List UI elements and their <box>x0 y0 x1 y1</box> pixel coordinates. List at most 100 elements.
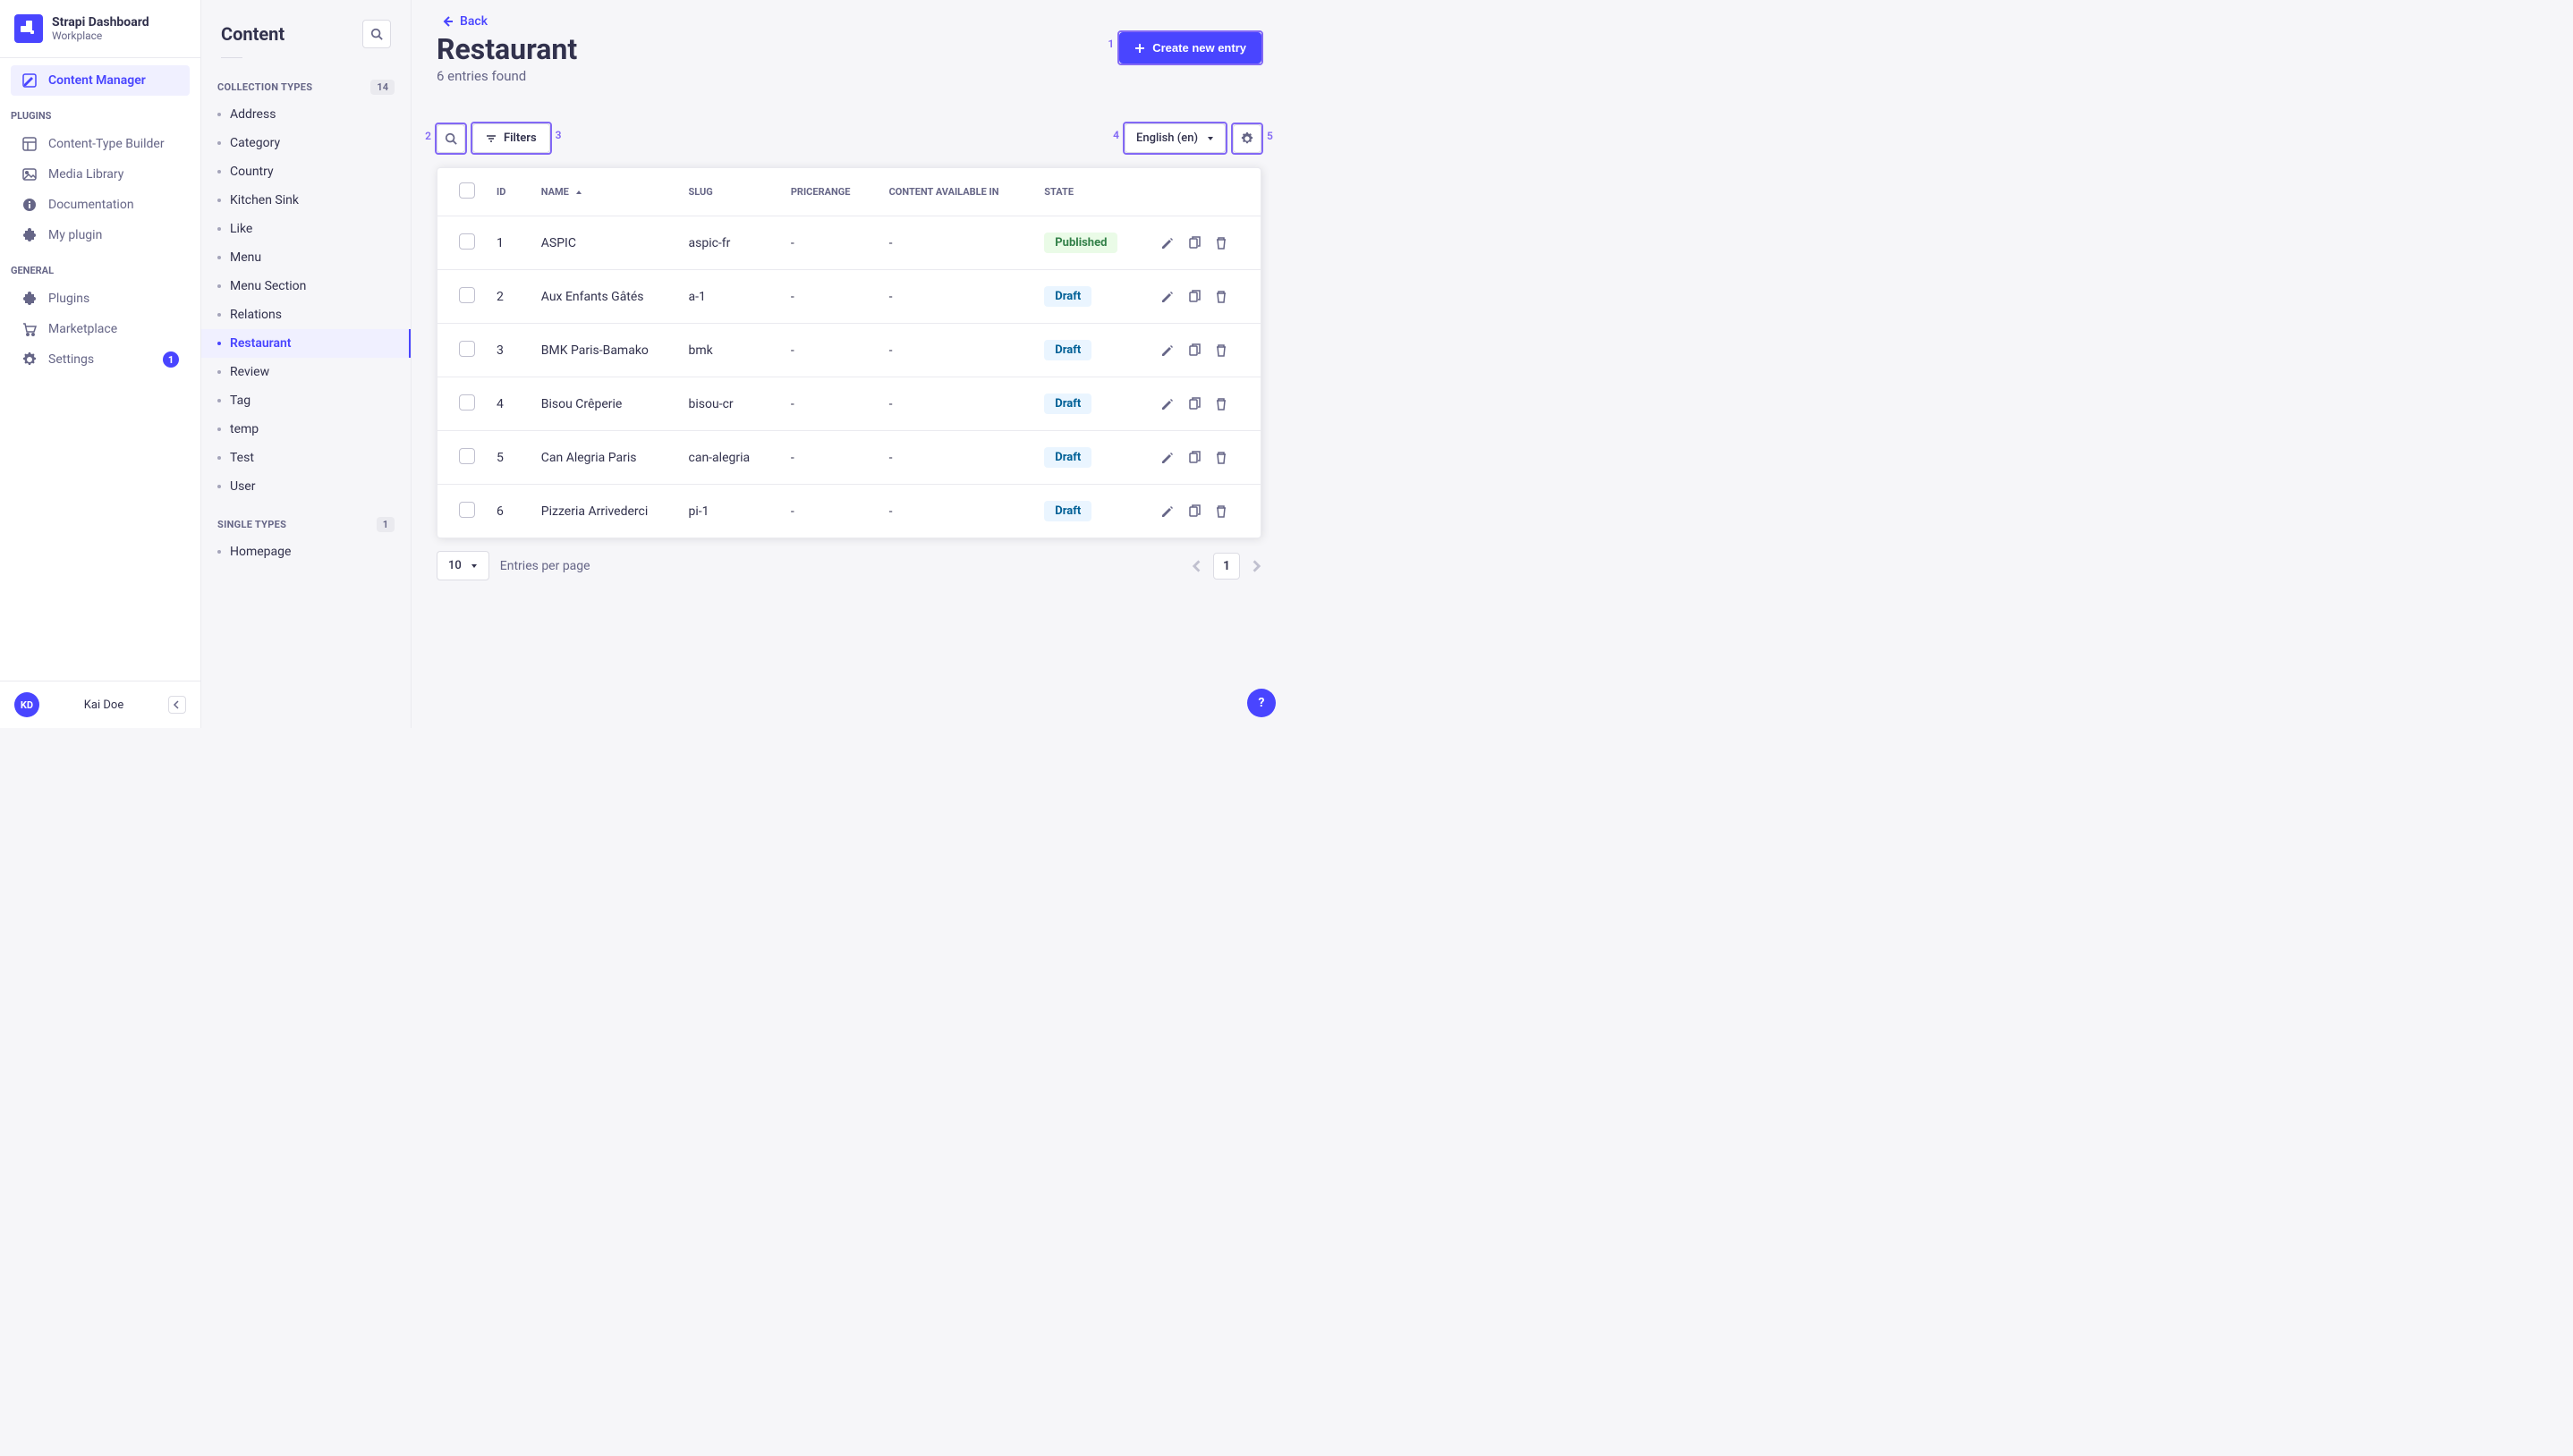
col-name[interactable]: NAME <box>531 168 678 216</box>
collection-type-item[interactable]: Kitchen Sink <box>201 186 411 215</box>
current-page[interactable]: 1 <box>1213 553 1240 580</box>
chevron-left-icon <box>1192 560 1204 572</box>
create-entry-button[interactable]: Create new entry <box>1119 32 1261 63</box>
state-badge: Published <box>1044 233 1117 253</box>
delete-button[interactable] <box>1214 451 1228 465</box>
edit-button[interactable] <box>1160 236 1175 250</box>
collection-type-item[interactable]: Restaurant <box>201 329 411 358</box>
collection-label: Review <box>230 365 269 379</box>
col-id[interactable]: ID <box>486 168 531 216</box>
duplicate-button[interactable] <box>1187 343 1202 358</box>
nav-marketplace[interactable]: Marketplace <box>11 314 190 344</box>
cell-name: ASPIC <box>531 216 678 270</box>
table-row[interactable]: 3BMK Paris-Bamakobmk--Draft <box>437 324 1261 377</box>
per-page-label: Entries per page <box>500 559 590 573</box>
table-row[interactable]: 2Aux Enfants Gâtésa-1--Draft <box>437 270 1261 324</box>
locale-select[interactable]: English (en) <box>1125 123 1226 153</box>
search-entries-button[interactable] <box>437 124 465 153</box>
edit-button[interactable] <box>1160 343 1175 358</box>
bullet-icon <box>217 456 221 460</box>
collection-type-item[interactable]: Menu Section <box>201 272 411 301</box>
delete-button[interactable] <box>1214 236 1228 250</box>
nav-settings[interactable]: Settings 1 <box>11 344 190 375</box>
view-settings-button[interactable] <box>1233 124 1261 153</box>
nav-my-plugin[interactable]: My plugin <box>11 220 190 250</box>
nav-documentation[interactable]: Documentation <box>11 190 190 220</box>
col-content-avail[interactable]: CONTENT AVAILABLE IN <box>879 168 1034 216</box>
help-label: ? <box>1259 696 1265 710</box>
nav-badge: 1 <box>163 351 179 368</box>
nav-label: Content-Type Builder <box>48 137 165 151</box>
collection-type-item[interactable]: Relations <box>201 301 411 329</box>
collection-type-item[interactable]: Test <box>201 444 411 472</box>
collection-type-item[interactable]: User <box>201 472 411 501</box>
select-all-checkbox[interactable] <box>459 182 475 199</box>
bullet-icon <box>217 227 221 231</box>
nav-plugins[interactable]: Plugins <box>11 284 190 314</box>
per-page-select[interactable]: 10 <box>437 551 489 580</box>
table-row[interactable]: 6Pizzeria Arrivedercipi-1--Draft <box>437 485 1261 538</box>
help-button[interactable]: ? <box>1247 689 1276 717</box>
cell-pricerange: - <box>780 324 879 377</box>
table-row[interactable]: 1ASPICaspic-fr--Published <box>437 216 1261 270</box>
table-row[interactable]: 5Can Alegria Pariscan-alegria--Draft <box>437 431 1261 485</box>
duplicate-button[interactable] <box>1187 236 1202 250</box>
info-icon <box>21 197 38 213</box>
table-row[interactable]: 4Bisou Crêperiebisou-cr--Draft <box>437 377 1261 431</box>
nav-content-type-builder[interactable]: Content-Type Builder <box>11 129 190 159</box>
col-pricerange[interactable]: PRICERANGE <box>780 168 879 216</box>
duplicate-button[interactable] <box>1187 451 1202 465</box>
create-entry-label: Create new entry <box>1152 41 1246 55</box>
nav-content-manager[interactable]: Content Manager <box>11 65 190 96</box>
row-checkbox[interactable] <box>459 448 475 464</box>
cell-pricerange: - <box>780 377 879 431</box>
edit-button[interactable] <box>1160 397 1175 411</box>
duplicate-button[interactable] <box>1187 504 1202 519</box>
search-collections-button[interactable] <box>362 20 391 48</box>
row-checkbox[interactable] <box>459 341 475 357</box>
collection-type-item[interactable]: Menu <box>201 243 411 272</box>
collapse-sidebar-button[interactable] <box>168 696 186 714</box>
edit-button[interactable] <box>1160 504 1175 519</box>
duplicate-button[interactable] <box>1187 397 1202 411</box>
cell-content-avail: - <box>879 216 1034 270</box>
col-slug[interactable]: SLUG <box>678 168 780 216</box>
delete-button[interactable] <box>1214 397 1228 411</box>
collection-type-item[interactable]: Review <box>201 358 411 386</box>
collection-type-item[interactable]: Tag <box>201 386 411 415</box>
collection-label: Kitchen Sink <box>230 193 299 207</box>
highlight-number: 5 <box>1267 130 1273 142</box>
collection-type-item[interactable]: temp <box>201 415 411 444</box>
single-types-label: SINGLE TYPES <box>217 519 286 530</box>
row-checkbox[interactable] <box>459 394 475 411</box>
single-type-item[interactable]: Homepage <box>201 538 411 566</box>
col-state[interactable]: STATE <box>1033 168 1150 216</box>
edit-button[interactable] <box>1160 290 1175 304</box>
prev-page-button[interactable] <box>1192 560 1204 572</box>
delete-button[interactable] <box>1214 343 1228 358</box>
avatar[interactable]: KD <box>14 692 39 717</box>
edit-button[interactable] <box>1160 451 1175 465</box>
collection-type-item[interactable]: Category <box>201 129 411 157</box>
collection-label: User <box>230 479 255 494</box>
nav-media-library[interactable]: Media Library <box>11 159 190 190</box>
brand-subtitle: Workplace <box>52 30 149 42</box>
collection-label: Address <box>230 107 276 122</box>
row-checkbox[interactable] <box>459 502 475 518</box>
back-link[interactable]: Back <box>440 14 1261 29</box>
page-title: Restaurant <box>437 32 577 66</box>
delete-button[interactable] <box>1214 290 1228 304</box>
collection-type-item[interactable]: Like <box>201 215 411 243</box>
duplicate-button[interactable] <box>1187 290 1202 304</box>
row-checkbox[interactable] <box>459 287 475 303</box>
bullet-icon <box>217 550 221 554</box>
cell-content-avail: - <box>879 270 1034 324</box>
collection-label: Menu Section <box>230 279 306 293</box>
delete-button[interactable] <box>1214 504 1228 519</box>
collection-type-item[interactable]: Address <box>201 100 411 129</box>
next-page-button[interactable] <box>1249 560 1261 572</box>
gear-icon <box>21 351 38 368</box>
collection-type-item[interactable]: Country <box>201 157 411 186</box>
row-checkbox[interactable] <box>459 233 475 250</box>
filters-button[interactable]: Filters <box>472 123 550 153</box>
